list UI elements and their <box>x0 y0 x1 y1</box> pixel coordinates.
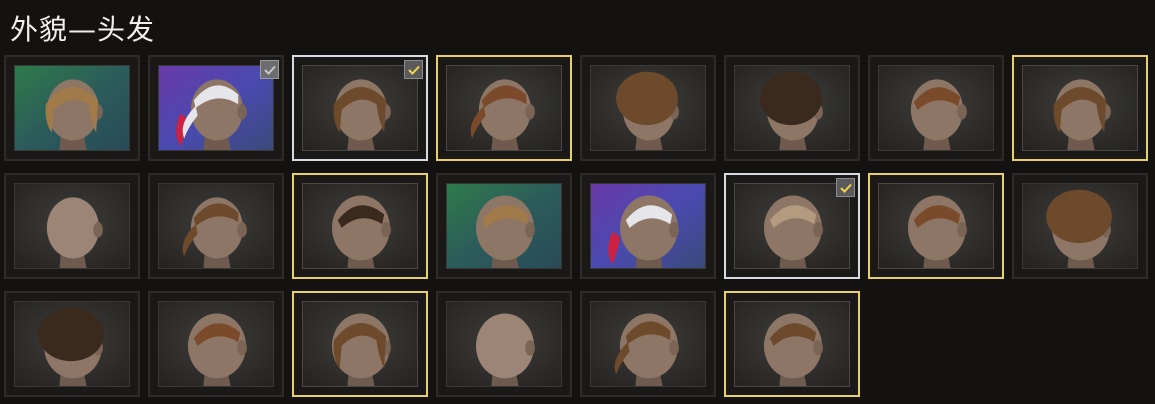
hair-option-tile[interactable] <box>292 173 428 279</box>
hair-portrait-image <box>590 301 706 387</box>
hair-option-tile[interactable] <box>580 291 716 397</box>
owned-check-icon <box>260 60 279 79</box>
hair-portrait-image <box>158 65 274 151</box>
hair-option-tile[interactable] <box>148 291 284 397</box>
hair-option-tile[interactable] <box>580 173 716 279</box>
hair-option-tile[interactable] <box>436 55 572 161</box>
hair-option-tile[interactable] <box>148 173 284 279</box>
hair-portrait-image <box>302 183 418 269</box>
hair-portrait-image <box>302 65 418 151</box>
hair-portrait-image <box>446 65 562 151</box>
hair-option-tile[interactable] <box>292 55 428 161</box>
hair-portrait-image <box>14 65 130 151</box>
hair-option-tile[interactable] <box>580 55 716 161</box>
hair-portrait-image <box>734 65 850 151</box>
hair-portrait-image <box>1022 183 1138 269</box>
hair-option-tile[interactable] <box>724 173 860 279</box>
equipped-check-icon <box>404 60 423 79</box>
hair-option-tile[interactable] <box>868 55 1004 161</box>
hair-portrait-image <box>446 301 562 387</box>
hair-portrait-image <box>158 301 274 387</box>
hair-portrait-image <box>14 183 130 269</box>
hair-option-tile[interactable] <box>1012 55 1148 161</box>
hair-option-tile[interactable] <box>868 173 1004 279</box>
hair-portrait-image <box>446 183 562 269</box>
hair-option-tile[interactable] <box>1012 173 1148 279</box>
hair-option-tile[interactable] <box>436 173 572 279</box>
equipped-check-icon <box>836 178 855 197</box>
hair-portrait-image <box>734 301 850 387</box>
hair-portrait-image <box>878 183 994 269</box>
hair-portrait-image <box>302 301 418 387</box>
hair-option-tile[interactable] <box>724 291 860 397</box>
hair-option-tile[interactable] <box>4 55 140 161</box>
hair-option-tile[interactable] <box>4 291 140 397</box>
hair-option-tile[interactable] <box>4 173 140 279</box>
hair-option-tile[interactable] <box>724 55 860 161</box>
hair-portrait-image <box>734 183 850 269</box>
hair-option-tile[interactable] <box>292 291 428 397</box>
hair-portrait-image <box>590 65 706 151</box>
hair-portrait-image <box>14 301 130 387</box>
hair-option-tile[interactable] <box>436 291 572 397</box>
page-title: 外貌—头发 <box>10 13 156 46</box>
hair-portrait-image <box>1022 65 1138 151</box>
hair-portrait-image <box>158 183 274 269</box>
hair-portrait-image <box>590 183 706 269</box>
hair-option-tile[interactable] <box>148 55 284 161</box>
hair-portrait-image <box>878 65 994 151</box>
